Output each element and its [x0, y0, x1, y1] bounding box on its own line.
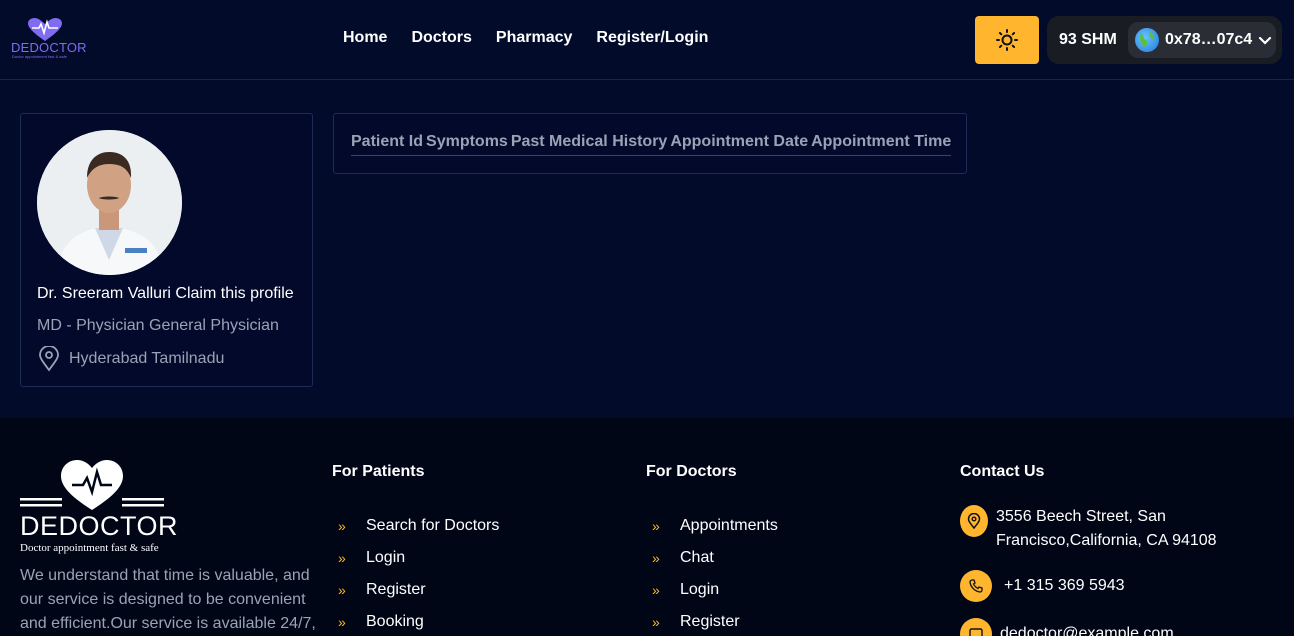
- footer-link[interactable]: » Appointments: [646, 510, 778, 542]
- phone-icon: [960, 570, 992, 602]
- footer-logo[interactable]: DEDOCTOR Doctor appointment fast & safe: [20, 458, 178, 554]
- doctor-profile-card: Dr. Sreeram Valluri Claim this profile M…: [20, 113, 313, 387]
- phone-number: +1 315 369 5943: [1004, 577, 1125, 594]
- column-header: Appointment Date: [670, 133, 809, 150]
- chevron-down-icon: [1259, 36, 1272, 45]
- doctor-location: Hyderabad Tamilnadu: [37, 346, 224, 372]
- table-header-row: Patient Id Symptoms Past Medical History…: [351, 133, 952, 156]
- column-header: Appointment Time: [811, 133, 952, 150]
- double-chevron-right-icon: »: [338, 518, 346, 534]
- double-chevron-right-icon: »: [652, 614, 660, 630]
- account-button[interactable]: 0x78…07c4: [1128, 22, 1276, 58]
- footer-for-doctors: For Doctors » Appointments » Chat » Login »…: [646, 463, 778, 636]
- double-chevron-right-icon: »: [338, 550, 346, 566]
- doctor-location-text: Hyderabad Tamilnadu: [69, 350, 225, 367]
- contact-phone[interactable]: +1 315 369 5943: [960, 570, 1125, 602]
- footer-link[interactable]: » Login: [646, 574, 778, 606]
- footer-link[interactable]: » Booking: [332, 606, 499, 636]
- heart-pulse-icon: [28, 18, 62, 41]
- nav-register-login[interactable]: Register/Login: [596, 29, 708, 47]
- footer-link[interactable]: » Register: [332, 574, 499, 606]
- footer-heading: Contact Us: [960, 463, 1045, 480]
- doctor-name[interactable]: Dr. Sreeram Valluri Claim this profile: [37, 285, 294, 303]
- logo-text: DEDOCTOR: [11, 40, 87, 55]
- sun-icon: [996, 29, 1018, 51]
- doctor-avatar: [37, 130, 182, 275]
- footer-contact: Contact Us: [960, 463, 1044, 481]
- theme-toggle-button[interactable]: [975, 16, 1039, 64]
- map-pin-icon: [39, 346, 59, 372]
- email-address: dedoctor@example.com: [1000, 625, 1174, 636]
- double-chevron-right-icon: »: [652, 550, 660, 566]
- footer: DEDOCTOR Doctor appointment fast & safe …: [0, 418, 1294, 636]
- logo-tagline: Doctor appointment fast & safe: [12, 54, 67, 59]
- footer-link[interactable]: » Chat: [646, 542, 778, 574]
- contact-address: 3556 Beech Street, San Francisco,Califor…: [960, 505, 1217, 553]
- main-nav: Home Doctors Pharmacy Register/Login: [343, 29, 708, 47]
- wallet-balance[interactable]: 93 SHM: [1059, 31, 1117, 49]
- nav-home[interactable]: Home: [343, 29, 387, 47]
- footer-for-patients: For Patients » Search for Doctors » Login …: [332, 463, 499, 636]
- nav-pharmacy[interactable]: Pharmacy: [496, 29, 573, 47]
- footer-about-text: We understand that time is valuable, and…: [20, 567, 316, 632]
- footer-logo-tagline: Doctor appointment fast & safe: [20, 542, 159, 554]
- footer-link[interactable]: » Register: [646, 606, 778, 636]
- globe-avatar-icon: [1135, 28, 1159, 52]
- appointments-table: Patient Id Symptoms Past Medical History…: [333, 113, 967, 174]
- column-header: Symptoms: [426, 133, 508, 150]
- footer-link[interactable]: » Login: [332, 542, 499, 574]
- footer-heading: For Doctors: [646, 463, 737, 480]
- logo[interactable]: DEDOCTOR Doctor appointment fast & safe: [11, 18, 87, 62]
- double-chevron-right-icon: »: [338, 582, 346, 598]
- address-line-1: 3556 Beech Street, San: [996, 508, 1166, 525]
- mail-icon: [960, 618, 992, 636]
- double-chevron-right-icon: »: [652, 518, 660, 534]
- wallet-address: 0x78…07c4: [1165, 31, 1253, 48]
- double-chevron-right-icon: »: [652, 582, 660, 598]
- column-header: Past Medical History: [510, 133, 668, 150]
- contact-email[interactable]: dedoctor@example.com: [960, 618, 1174, 636]
- doctor-specialty: MD - Physician General Physician: [37, 317, 279, 334]
- heart-pulse-icon: [20, 460, 164, 510]
- footer-logo-text: DEDOCTOR: [20, 511, 179, 541]
- footer-heading: For Patients: [332, 463, 425, 480]
- nav-doctors[interactable]: Doctors: [411, 29, 471, 47]
- header: DEDOCTOR Doctor appointment fast & safe …: [0, 0, 1294, 80]
- map-pin-icon: [960, 505, 988, 537]
- main-content: Dr. Sreeram Valluri Claim this profile M…: [0, 81, 1294, 418]
- double-chevron-right-icon: »: [338, 614, 346, 630]
- address-line-2: Francisco,California, CA 94108: [996, 532, 1217, 549]
- column-header: Patient Id: [351, 133, 424, 150]
- footer-link[interactable]: » Search for Doctors: [332, 510, 499, 542]
- wallet-widget: 93 SHM 0x78…07c4: [1047, 16, 1282, 64]
